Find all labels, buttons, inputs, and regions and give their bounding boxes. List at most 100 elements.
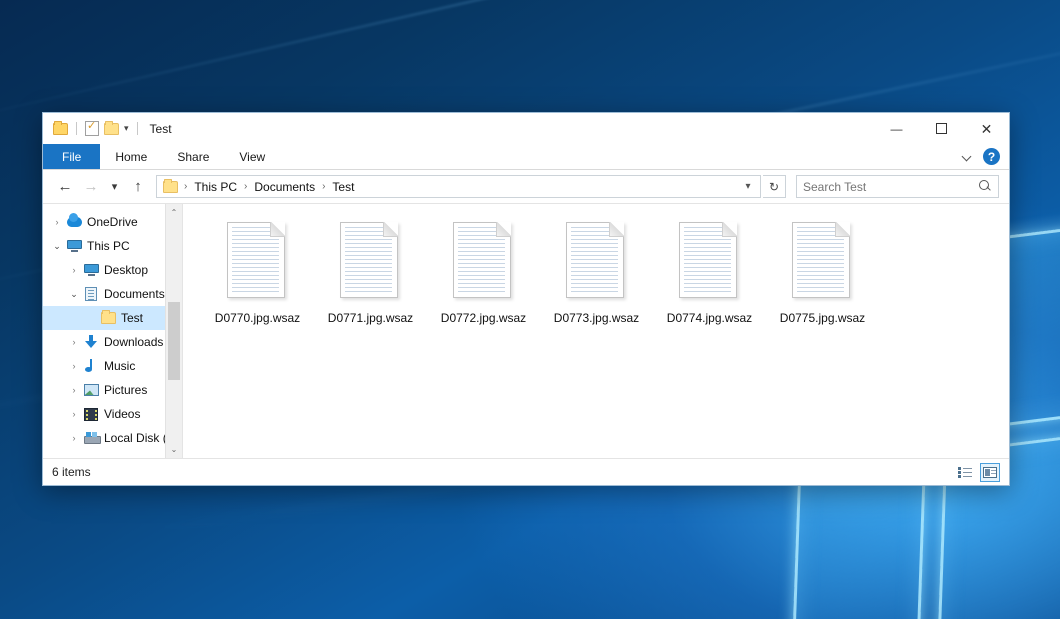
file-name-label: D0775.jpg.wsaz [780, 311, 865, 325]
help-icon[interactable]: ? [983, 148, 1000, 165]
address-bar[interactable]: › This PC › Documents › Test ▾ [156, 175, 761, 198]
expander-chevron-icon[interactable]: ⌄ [49, 241, 65, 252]
file-item[interactable]: D0771.jpg.wsaz [314, 218, 427, 325]
back-button[interactable]: ← [53, 175, 77, 199]
customize-quick-access-chevron-icon[interactable]: ▾ [124, 123, 129, 134]
recent-locations-chevron-down-icon[interactable]: ▾ [105, 175, 124, 199]
tab-home[interactable]: Home [100, 144, 162, 169]
large-icons-view-button[interactable] [980, 463, 1000, 482]
file-name-label: D0774.jpg.wsaz [667, 311, 752, 325]
generic-document-icon [679, 222, 741, 302]
window-body: ›OneDrive ⌄ This PC › Desktop ⌄Documents Test ›… [43, 203, 1009, 458]
divider [76, 122, 77, 135]
navigation-scrollbar[interactable]: ⌃ ⌄ [165, 204, 182, 458]
ribbon-tabs: File Home Share View ? [43, 144, 1009, 170]
cloud-icon [65, 217, 83, 227]
close-button[interactable]: ✕ [964, 113, 1009, 144]
large-icons-view-icon [983, 467, 997, 478]
address-toolbar: ← → ▾ ↑ › This PC › Documents › Test ▾ ↻ [43, 170, 1009, 203]
sidebar-item-music[interactable]: › Music [43, 354, 182, 378]
sidebar-item-label: Desktop [100, 263, 148, 277]
generic-document-icon [566, 222, 628, 302]
status-bar: 6 items [43, 458, 1009, 485]
sidebar-item-label: Downloads [100, 335, 163, 349]
expander-chevron-icon[interactable]: › [66, 385, 82, 395]
search-box[interactable] [796, 175, 999, 198]
navigation-tree: ›OneDrive ⌄ This PC › Desktop ⌄Documents Test ›… [43, 210, 182, 450]
expander-chevron-icon[interactable]: › [66, 433, 82, 443]
expander-chevron-icon[interactable]: › [49, 217, 65, 227]
window-controls: — ✕ [874, 113, 1009, 144]
properties-icon[interactable] [85, 121, 99, 136]
tab-share[interactable]: Share [162, 144, 224, 169]
file-item[interactable]: D0770.jpg.wsaz [201, 218, 314, 325]
file-item[interactable]: D0772.jpg.wsaz [427, 218, 540, 325]
breadcrumb-test[interactable]: Test [327, 179, 359, 195]
sidebar-item-local-disk-c[interactable]: ›Local Disk (C:) [43, 426, 182, 450]
tab-file[interactable]: File [43, 144, 100, 169]
file-name-label: D0772.jpg.wsaz [441, 311, 526, 325]
expander-chevron-icon[interactable]: › [66, 337, 82, 347]
sidebar-item-label: Music [100, 359, 135, 373]
sidebar-item-this-pc[interactable]: ⌄ This PC [43, 234, 182, 258]
sidebar-item-label: This PC [83, 239, 130, 253]
sidebar-item-label: Pictures [100, 383, 147, 397]
breadcrumb-documents[interactable]: Documents [249, 179, 320, 195]
new-folder-icon[interactable] [104, 123, 119, 135]
sidebar-item-test[interactable]: Test [43, 306, 182, 330]
file-name-label: D0770.jpg.wsaz [215, 311, 300, 325]
expand-ribbon-chevron-down-icon[interactable] [961, 150, 974, 163]
file-item[interactable]: D0774.jpg.wsaz [653, 218, 766, 325]
folder-icon [99, 312, 117, 324]
file-name-label: D0771.jpg.wsaz [328, 311, 413, 325]
folder-icon[interactable] [53, 123, 68, 135]
breadcrumb: › This PC › Documents › Test [183, 179, 359, 195]
disk-icon [82, 432, 100, 444]
sidebar-item-label: Test [117, 311, 143, 325]
file-explorer-window: ▾ Test — ✕ File Home Share View [42, 112, 1010, 486]
scroll-up-arrow-icon[interactable]: ⌃ [166, 204, 182, 221]
folder-icon [163, 181, 178, 193]
forward-button[interactable]: → [79, 175, 103, 199]
item-count-label: 6 items [52, 465, 91, 479]
generic-document-icon [340, 222, 402, 302]
scrollbar-thumb[interactable] [168, 302, 180, 380]
expander-chevron-icon[interactable]: ⌄ [66, 289, 82, 300]
generic-document-icon [792, 222, 854, 302]
expander-chevron-icon[interactable]: › [66, 361, 82, 371]
details-view-icon [958, 467, 972, 478]
wallpaper-light-ray [0, 0, 1060, 126]
file-item[interactable]: D0775.jpg.wsaz [766, 218, 879, 325]
search-icon[interactable] [979, 180, 992, 193]
sidebar-item-documents[interactable]: ⌄Documents [43, 282, 182, 306]
downloads-icon [82, 335, 100, 349]
up-button[interactable]: ↑ [126, 175, 150, 199]
music-icon [82, 359, 100, 373]
minimize-button[interactable]: — [874, 113, 919, 144]
videos-icon [82, 408, 100, 421]
address-dropdown-chevron-down-icon[interactable]: ▾ [740, 181, 756, 192]
sidebar-item-onedrive[interactable]: ›OneDrive [43, 210, 182, 234]
sidebar-item-desktop[interactable]: › Desktop [43, 258, 182, 282]
expander-chevron-icon[interactable]: › [66, 265, 82, 275]
file-list-pane[interactable]: D0770.jpg.wsaz D0771.jpg.wsaz D0772.jpg.ws… [183, 204, 1009, 458]
search-input[interactable] [803, 180, 979, 194]
maximize-button[interactable] [919, 113, 964, 144]
sidebar-item-pictures[interactable]: › Pictures [43, 378, 182, 402]
details-view-button[interactable] [955, 463, 975, 482]
divider [137, 122, 138, 135]
expander-chevron-icon[interactable]: › [66, 409, 82, 419]
file-grid: D0770.jpg.wsaz D0771.jpg.wsaz D0772.jpg.ws… [201, 218, 1009, 325]
tab-view[interactable]: View [224, 144, 280, 169]
breadcrumb-separator: › [321, 181, 326, 192]
file-item[interactable]: D0773.jpg.wsaz [540, 218, 653, 325]
scroll-down-arrow-icon[interactable]: ⌄ [166, 441, 182, 458]
documents-icon [82, 287, 100, 301]
breadcrumb-separator: › [243, 181, 248, 192]
breadcrumb-this-pc[interactable]: This PC [189, 179, 242, 195]
sidebar-item-downloads[interactable]: › Downloads [43, 330, 182, 354]
refresh-button[interactable]: ↻ [763, 175, 786, 198]
quick-access-toolbar: ▾ [53, 121, 141, 136]
window-title: Test [150, 122, 172, 136]
sidebar-item-videos[interactable]: ›Videos [43, 402, 182, 426]
